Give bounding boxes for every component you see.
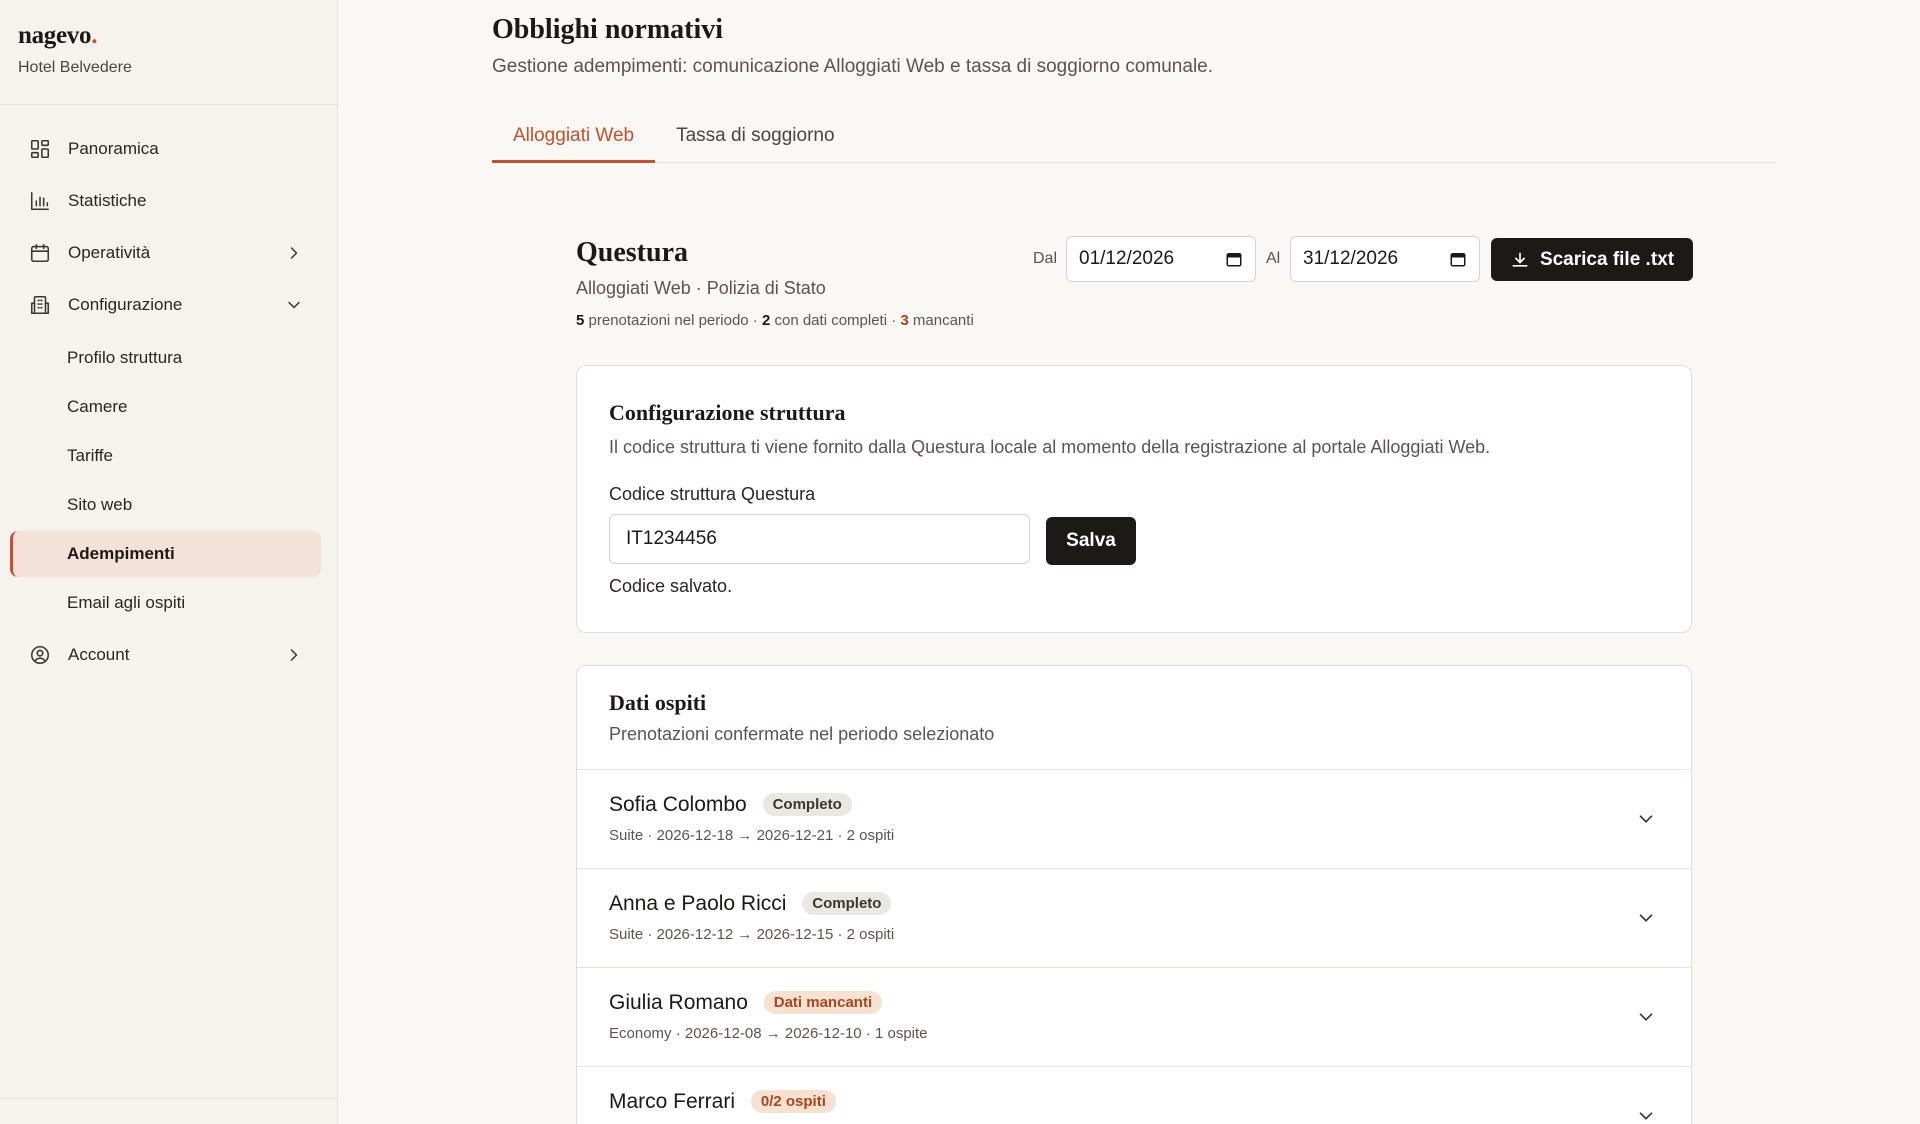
saved-message: Codice salvato. xyxy=(609,576,733,596)
section-title: Questura xyxy=(576,237,688,268)
calendar-icon xyxy=(28,241,52,265)
section-subtitle: Alloggiati Web · Polizia di Stato xyxy=(576,278,826,298)
chevron-down-icon[interactable] xyxy=(1635,1006,1657,1028)
config-description: Il codice struttura ti viene fornito dal… xyxy=(609,437,1491,457)
from-date-label: Dal xyxy=(1033,250,1058,267)
sidebar-item-label: Account xyxy=(68,645,130,664)
sidebar-footer-divider xyxy=(0,1098,337,1099)
brand-logo-text: nagevo xyxy=(18,22,92,49)
guest-meta: Suite · 2026-12-12 → 2026-12-15 · 2 ospi… xyxy=(609,926,895,943)
guest-row[interactable]: Sofia Colombo Completo Suite · 2026-12-1… xyxy=(577,770,1691,869)
from-date-input[interactable]: 01/12/2026 xyxy=(1066,236,1256,282)
sidebar-nav: Panoramica Statistiche Operatività Confi… xyxy=(0,105,337,681)
code-field-label: Codice struttura Questura xyxy=(609,484,816,504)
booking-counts: 5 prenotazioni nel periodo · 2 con dati … xyxy=(576,312,974,329)
guests-title: Dati ospiti xyxy=(609,690,707,715)
status-badge: 0/2 ospiti xyxy=(750,1090,836,1113)
page-title: Obblighi normativi xyxy=(492,14,724,45)
chevron-down-icon[interactable] xyxy=(1635,1105,1657,1124)
sidebar-item-configurazione[interactable]: Configurazione xyxy=(0,279,337,331)
save-button[interactable]: Salva xyxy=(1046,517,1136,565)
status-badge: Dati mancanti xyxy=(763,991,883,1014)
config-card: Configurazione struttura Il codice strut… xyxy=(576,365,1692,633)
guest-name-line: Giulia Romano Dati mancanti xyxy=(609,991,883,1015)
sidebar-subitem-sito-web[interactable]: Sito web xyxy=(10,482,321,528)
building-icon xyxy=(28,293,52,317)
sidebar-subitem-email-ospiti[interactable]: Email agli ospiti xyxy=(10,580,321,626)
sidebar-subitem-tariffe[interactable]: Tariffe xyxy=(10,433,321,479)
status-badge: Completo xyxy=(762,793,852,816)
hotel-name: Hotel Belvedere xyxy=(18,59,132,76)
count-missing-text: mancanti xyxy=(912,312,974,329)
guest-meta: Economy · 2026-12-08 → 2026-12-10 · 1 os… xyxy=(609,1025,928,1042)
chevron-down-icon xyxy=(284,295,304,315)
tab-alloggiati-web[interactable]: Alloggiati Web xyxy=(492,117,656,163)
sidebar-item-label: Operatività xyxy=(68,243,151,262)
chevron-right-icon xyxy=(284,243,304,263)
code-input[interactable]: IT1234456 xyxy=(609,514,1030,564)
guest-name: Sofia Colombo xyxy=(609,793,747,816)
tab-tassa-soggiorno[interactable]: Tassa di soggiorno xyxy=(655,117,855,163)
to-date-value: 31/12/2026 xyxy=(1303,248,1399,269)
sidebar-item-panoramica[interactable]: Panoramica xyxy=(0,123,337,175)
guest-row[interactable]: Giulia Romano Dati mancanti Economy · 20… xyxy=(577,968,1691,1067)
to-date-input[interactable]: 31/12/2026 xyxy=(1290,236,1480,282)
guest-name: Giulia Romano xyxy=(609,991,748,1014)
tab-bar: Alloggiati Web Tassa di soggiorno xyxy=(492,117,1776,163)
sidebar: nagevo. Hotel Belvedere Panoramica Stati… xyxy=(0,0,338,1124)
guest-name: Marco Ferrari xyxy=(609,1090,736,1113)
to-date-label: Al xyxy=(1266,250,1281,267)
sidebar-subitem-camere[interactable]: Camere xyxy=(10,384,321,430)
count-missing: 3 xyxy=(900,312,909,329)
sidebar-item-account[interactable]: Account xyxy=(0,629,337,681)
count-bookings: 5 xyxy=(576,312,585,329)
page-subtitle: Gestione adempimenti: comunicazione Allo… xyxy=(492,56,1214,77)
count-bookings-text: prenotazioni nel periodo · xyxy=(588,312,758,329)
sidebar-subitem-profilo-struttura[interactable]: Profilo struttura xyxy=(10,335,321,381)
guest-meta: Suite · 2026-12-18 → 2026-12-21 · 2 ospi… xyxy=(609,827,895,844)
guest-name-line: Marco Ferrari 0/2 ospiti xyxy=(609,1090,836,1114)
brand: nagevo. Hotel Belvedere xyxy=(0,0,337,105)
user-circle-icon xyxy=(28,643,52,667)
main-content: Obblighi normativi Gestione adempimenti:… xyxy=(338,0,1920,1124)
download-label: Scarica file .txt xyxy=(1539,248,1675,270)
guest-row[interactable]: Marco Ferrari 0/2 ospiti xyxy=(577,1067,1691,1124)
sidebar-item-label: Configurazione xyxy=(68,295,183,314)
sidebar-item-statistiche[interactable]: Statistiche xyxy=(0,175,337,227)
status-badge: Completo xyxy=(802,892,892,915)
chevron-down-icon[interactable] xyxy=(1635,907,1657,929)
code-input-value: IT1234456 xyxy=(626,528,717,549)
sidebar-item-operativita[interactable]: Operatività xyxy=(0,227,337,279)
chevron-down-icon[interactable] xyxy=(1635,808,1657,830)
config-title: Configurazione struttura xyxy=(609,400,846,425)
sidebar-item-label: Panoramica xyxy=(68,139,159,158)
count-complete-text: con dati completi · xyxy=(774,312,897,329)
brand-logo-dot: . xyxy=(91,22,98,49)
calendar-icon[interactable] xyxy=(1225,250,1243,268)
chevron-right-icon xyxy=(284,645,304,665)
sidebar-item-label: Statistiche xyxy=(68,191,147,210)
from-date-value: 01/12/2026 xyxy=(1079,248,1175,269)
calendar-icon[interactable] xyxy=(1449,250,1467,268)
guest-name-line: Sofia Colombo Completo xyxy=(609,793,852,817)
sidebar-subitem-adempimenti[interactable]: Adempimenti xyxy=(10,531,321,577)
guest-name-line: Anna e Paolo Ricci Completo xyxy=(609,892,892,916)
dashboard-icon xyxy=(28,137,52,161)
brand-logo[interactable]: nagevo. xyxy=(18,22,337,50)
count-complete: 2 xyxy=(761,312,771,329)
guest-name: Anna e Paolo Ricci xyxy=(609,892,787,915)
download-txt-button[interactable]: Scarica file .txt xyxy=(1491,238,1693,281)
download-icon xyxy=(1512,252,1528,267)
guests-card: Dati ospiti Prenotazioni confermate nel … xyxy=(576,665,1692,1124)
guests-header: Dati ospiti Prenotazioni confermate nel … xyxy=(577,666,1691,770)
guests-subtitle: Prenotazioni confermate nel periodo sele… xyxy=(609,724,995,744)
guest-row[interactable]: Anna e Paolo Ricci Completo Suite · 2026… xyxy=(577,869,1691,968)
bar-chart-icon xyxy=(28,189,52,213)
